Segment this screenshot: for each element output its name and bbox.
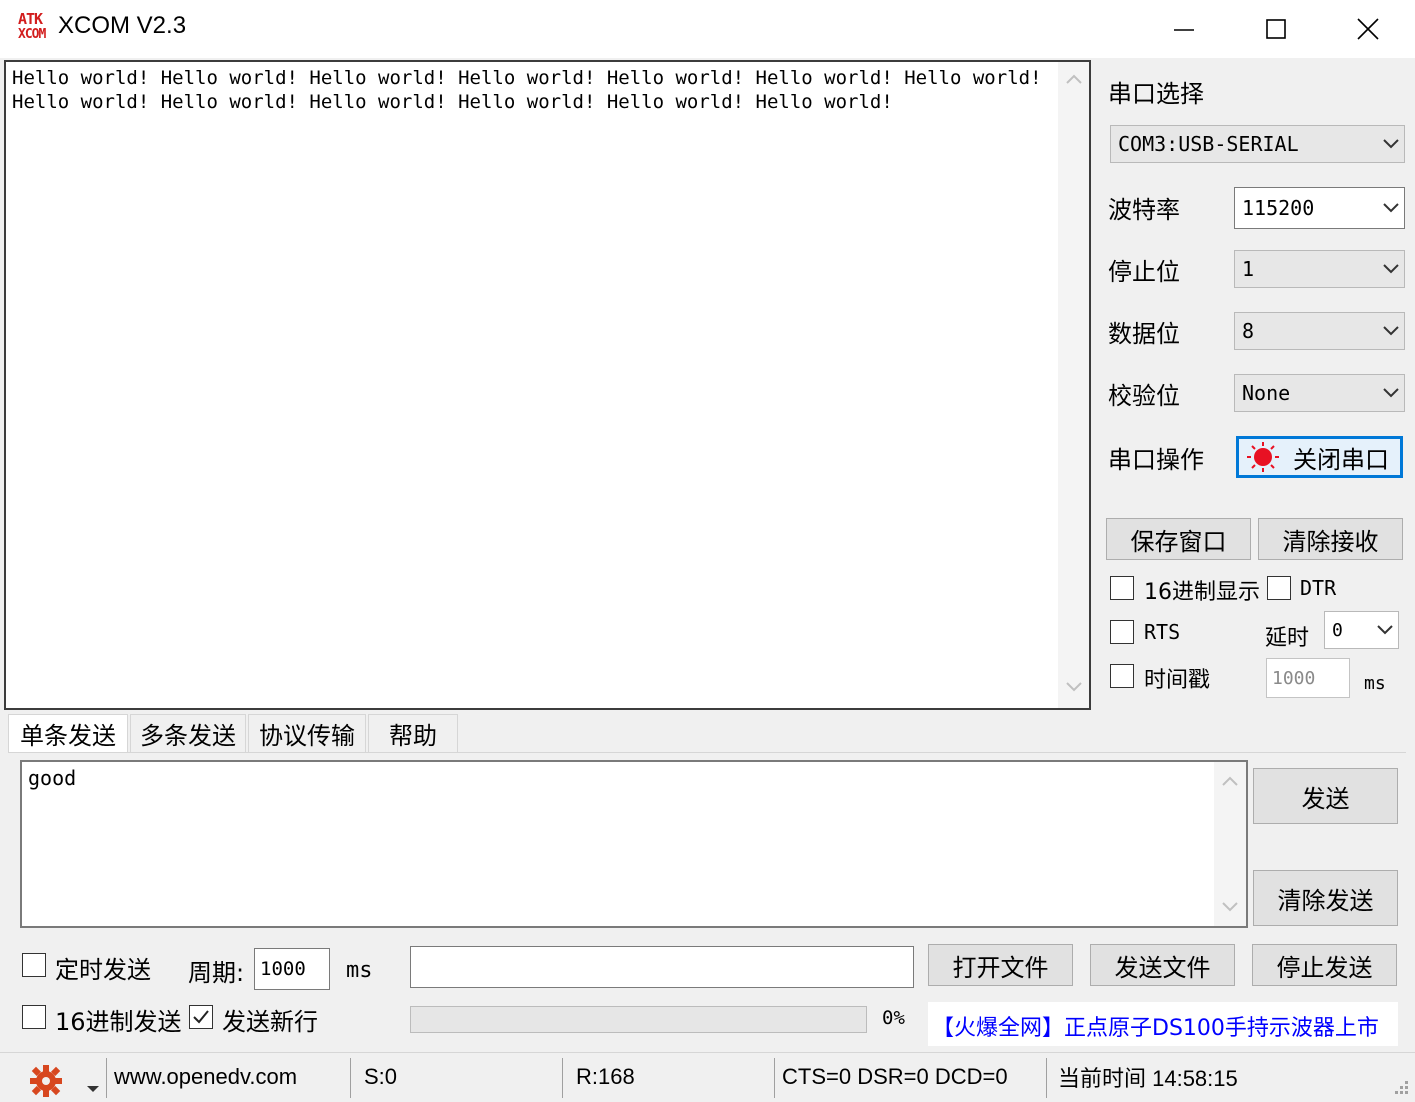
tab-help[interactable]: 帮助	[368, 714, 458, 752]
timed-send-label: 定时发送	[55, 956, 151, 984]
period-label: 周期:	[188, 959, 245, 987]
delay-select[interactable]: 0	[1324, 611, 1399, 649]
checkmark-icon	[193, 1010, 209, 1024]
status-separator	[350, 1058, 351, 1098]
close-icon	[1357, 18, 1379, 40]
send-newline-label: 发送新行	[222, 1008, 318, 1036]
app-logo: ATK XCOM	[18, 10, 46, 43]
received-count: R:168	[576, 1064, 635, 1089]
gear-icon[interactable]	[28, 1064, 64, 1102]
port-select[interactable]: COM3:USB-SERIAL	[1110, 125, 1405, 163]
modem-lines-status: CTS=0 DSR=0 DCD=0	[782, 1064, 1008, 1089]
close-port-label: 关闭串口	[1293, 445, 1389, 474]
send-file-button[interactable]: 发送文件	[1090, 944, 1235, 986]
databits-value: 8	[1242, 319, 1255, 343]
current-time: 当前时间 14:58:15	[1058, 1066, 1238, 1091]
baud-value: 115200	[1242, 196, 1315, 220]
status-separator	[774, 1058, 775, 1098]
clear-receive-button[interactable]: 清除接收	[1258, 518, 1403, 560]
send-button[interactable]: 发送	[1253, 768, 1398, 824]
dtr-checkbox[interactable]	[1267, 576, 1291, 600]
databits-select[interactable]: 8	[1234, 312, 1405, 350]
send-scrollbar[interactable]	[1214, 762, 1246, 926]
timestamp-checkbox[interactable]	[1110, 664, 1134, 688]
parity-value: None	[1242, 381, 1291, 405]
hex-display-label: 16进制显示	[1144, 580, 1260, 605]
status-separator	[106, 1058, 107, 1098]
receive-text: Hello world! Hello world! Hello world! H…	[12, 67, 1042, 113]
send-progress-bar	[410, 1006, 867, 1033]
hex-send-label: 16进制发送	[55, 1008, 182, 1036]
timed-send-checkbox[interactable]	[22, 953, 46, 977]
scroll-up-icon[interactable]	[1066, 74, 1082, 84]
dtr-label: DTR	[1300, 576, 1337, 600]
sent-count: S:0	[364, 1064, 398, 1089]
maximize-icon	[1266, 19, 1286, 39]
tab-single-send[interactable]: 单条发送	[8, 714, 128, 752]
parity-label: 校验位	[1108, 382, 1180, 410]
status-separator	[1046, 1058, 1047, 1098]
resize-grip-icon[interactable]	[1392, 1078, 1410, 1100]
minimize-button[interactable]	[1138, 0, 1230, 58]
receive-scrollbar[interactable]	[1058, 62, 1089, 708]
port-label: 串口选择	[1108, 80, 1204, 108]
dropdown-arrow-icon[interactable]	[86, 1078, 100, 1097]
chevron-down-icon	[1383, 203, 1399, 213]
scroll-up-icon[interactable]	[1222, 776, 1238, 786]
delay-value: 0	[1332, 619, 1343, 641]
tab-divider	[8, 752, 1406, 753]
chevron-down-icon	[1383, 326, 1399, 336]
databits-label: 数据位	[1108, 320, 1180, 348]
receive-area[interactable]: Hello world! Hello world! Hello world! H…	[4, 60, 1091, 710]
scroll-down-icon[interactable]	[1066, 682, 1082, 692]
baud-select[interactable]: 115200	[1234, 187, 1405, 229]
maximize-button[interactable]	[1230, 0, 1322, 58]
delay-label: 延时	[1265, 626, 1310, 651]
parity-select[interactable]: None	[1234, 374, 1405, 412]
ad-banner[interactable]: 【火爆全网】正点原子DS100手持示波器上市	[928, 1002, 1398, 1046]
website-link[interactable]: www.openedv.com	[114, 1058, 297, 1096]
window-title: XCOM V2.3	[58, 12, 187, 39]
timestamp-label: 时间戳	[1144, 668, 1211, 693]
stop-send-button[interactable]: 停止发送	[1252, 944, 1397, 986]
port-status-icon	[1247, 442, 1279, 472]
open-file-button[interactable]: 打开文件	[928, 944, 1073, 986]
port-value: COM3:USB-SERIAL	[1118, 132, 1299, 156]
hex-display-checkbox[interactable]	[1110, 576, 1134, 600]
timestamp-input[interactable]: 1000	[1266, 658, 1350, 698]
baud-label: 波特率	[1108, 196, 1180, 224]
timestamp-unit: ms	[1364, 673, 1386, 694]
minimize-icon	[1174, 29, 1194, 31]
tab-multi-send[interactable]: 多条发送	[130, 714, 246, 752]
clear-send-button[interactable]: 清除发送	[1253, 870, 1398, 926]
status-separator	[562, 1058, 563, 1098]
operation-label: 串口操作	[1108, 446, 1204, 474]
ad-link[interactable]: 【火爆全网】正点原子DS100手持示波器上市	[932, 1010, 1379, 1042]
send-text: good	[28, 766, 77, 790]
period-unit: ms	[346, 958, 373, 983]
stopbits-label: 停止位	[1108, 258, 1180, 286]
tab-protocol[interactable]: 协议传输	[248, 714, 366, 752]
save-window-button[interactable]: 保存窗口	[1106, 518, 1251, 560]
hex-send-checkbox[interactable]	[22, 1005, 46, 1029]
close-button[interactable]	[1322, 0, 1414, 58]
rts-checkbox[interactable]	[1110, 620, 1134, 644]
file-path-input[interactable]	[410, 946, 914, 988]
stopbits-value: 1	[1242, 257, 1255, 281]
progress-label: 0%	[882, 1007, 905, 1029]
close-port-button[interactable]: 关闭串口	[1236, 436, 1403, 478]
period-input[interactable]: 1000	[254, 948, 330, 990]
chevron-down-icon	[1377, 625, 1393, 635]
chevron-down-icon	[1383, 388, 1399, 398]
scroll-down-icon[interactable]	[1222, 902, 1238, 912]
chevron-down-icon	[1383, 139, 1399, 149]
stopbits-select[interactable]: 1	[1234, 250, 1405, 288]
rts-label: RTS	[1144, 620, 1181, 644]
send-newline-checkbox[interactable]	[189, 1005, 213, 1029]
chevron-down-icon	[1383, 264, 1399, 274]
send-input[interactable]: good	[20, 760, 1248, 928]
